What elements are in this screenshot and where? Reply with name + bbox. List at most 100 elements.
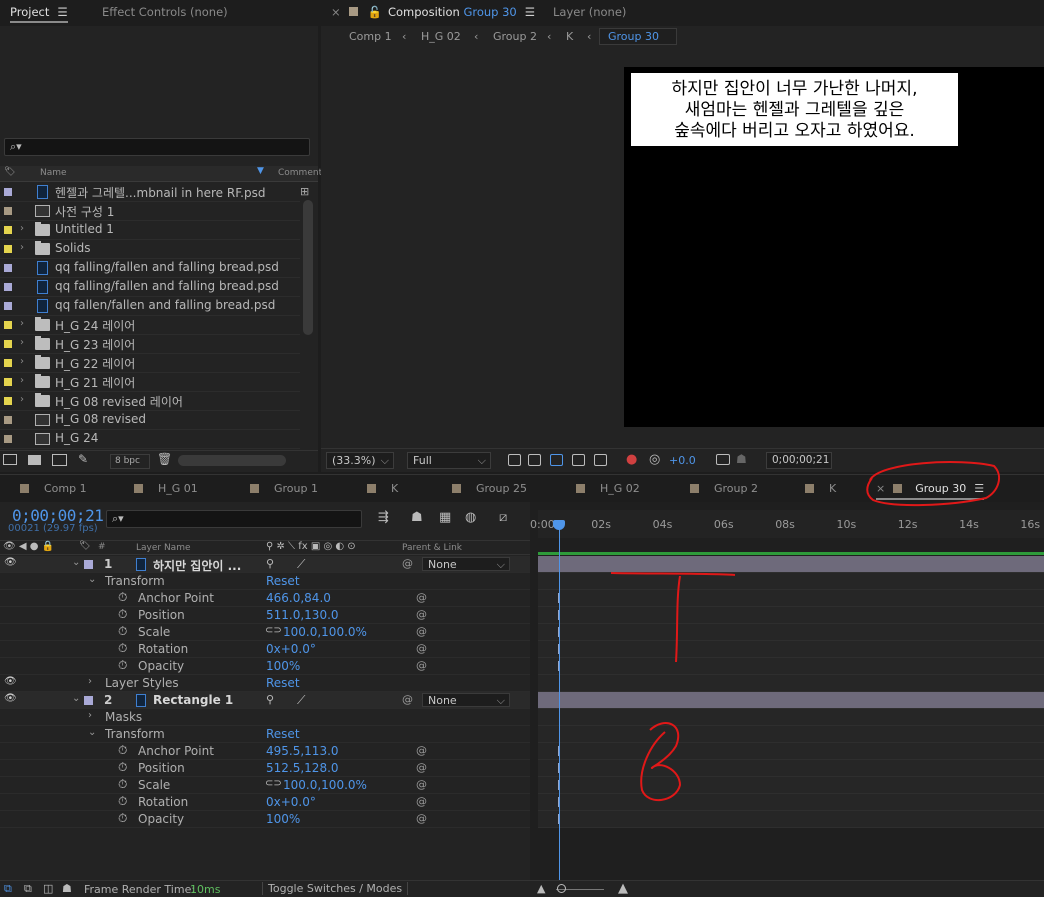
label-color-swatch[interactable] xyxy=(84,560,93,569)
pick-whip-icon[interactable]: @ xyxy=(402,693,413,706)
property-row[interactable]: ⏱ Position 511.0,130.0 @ xyxy=(0,607,530,624)
timeline-tab[interactable]: H_G 01 xyxy=(134,482,198,495)
chevron-down-icon[interactable]: ⌄ xyxy=(88,574,96,585)
stopwatch-icon[interactable]: ⏱ xyxy=(118,811,127,826)
track-row[interactable] xyxy=(538,760,1044,777)
stopwatch-icon[interactable]: ⏱ xyxy=(118,760,127,775)
property-row[interactable]: ⏱ Scale ⊂⊃ 100.0,100.0% @ xyxy=(0,624,530,641)
timeline-tab[interactable]: K xyxy=(805,482,836,495)
chevron-right-icon[interactable]: › xyxy=(88,710,92,721)
label-color-swatch[interactable] xyxy=(4,188,12,196)
grid-guides-icon[interactable] xyxy=(594,454,607,466)
composition-viewer[interactable]: 하지만 집안이 너무 가난한 나머지, 새엄마는 헨젤과 그레텔을 깊은 숲속에… xyxy=(624,67,1044,427)
label-color-swatch[interactable] xyxy=(4,283,12,291)
expression-pick-whip-icon[interactable]: @ xyxy=(416,795,427,808)
property-value[interactable]: 100% xyxy=(266,659,300,673)
tab-project[interactable]: Project ☰ xyxy=(10,5,68,23)
resolution-dropdown[interactable]: Full ⌵ xyxy=(407,452,491,469)
label-color-swatch[interactable] xyxy=(4,397,12,405)
column-layer-name[interactable]: Layer Name xyxy=(136,543,191,553)
new-composition-icon[interactable] xyxy=(52,454,67,466)
project-item[interactable]: qq falling/fallen and falling bread.psd xyxy=(0,278,300,297)
project-item[interactable]: H_G 24 xyxy=(0,430,300,449)
property-value[interactable]: 511.0,130.0 xyxy=(266,608,339,622)
motion-blur-icon[interactable]: ◍ xyxy=(465,510,476,525)
close-icon[interactable]: × xyxy=(876,482,885,495)
track-row[interactable] xyxy=(538,743,1044,760)
visibility-eye-icon[interactable]: 👁 xyxy=(4,557,17,568)
shy-switch-icon[interactable]: ⚲ xyxy=(266,693,274,706)
expression-pick-whip-icon[interactable]: @ xyxy=(416,608,427,621)
toggle-switches-modes-button[interactable]: Toggle Switches / Modes xyxy=(262,882,409,895)
track-row[interactable] xyxy=(538,709,1044,726)
expression-pick-whip-icon[interactable]: @ xyxy=(416,659,427,672)
property-row[interactable]: ⏱ Rotation 0x+0.0° @ xyxy=(0,641,530,658)
column-name[interactable]: Name xyxy=(40,168,67,178)
reset-link[interactable]: Reset xyxy=(266,574,300,588)
project-item[interactable]: 사전 구성 1 xyxy=(0,202,300,221)
label-color-swatch[interactable] xyxy=(4,378,12,386)
track-row[interactable] xyxy=(538,658,1044,675)
parent-dropdown[interactable]: None ⌵ xyxy=(422,693,510,707)
layer-row[interactable]: 👁 ⌄ 2 Rectangle 1 ⚲ ⟋ @ None ⌵ xyxy=(0,692,530,709)
property-row[interactable]: ⏱ Position 512.5,128.0 @ xyxy=(0,760,530,777)
property-row[interactable]: ⏱ Opacity 100% @ xyxy=(0,811,530,828)
shy-layers-icon[interactable]: ☗ xyxy=(411,510,423,525)
property-row[interactable]: ⏱ Anchor Point 495.5,113.0 @ xyxy=(0,743,530,760)
track-row[interactable] xyxy=(538,641,1044,658)
expression-pick-whip-icon[interactable]: @ xyxy=(416,591,427,604)
menu-icon[interactable]: ☰ xyxy=(525,5,535,19)
channels-icon[interactable]: ● xyxy=(626,452,637,467)
stopwatch-icon[interactable]: ⏱ xyxy=(118,590,127,605)
stopwatch-icon[interactable]: ⏱ xyxy=(118,777,127,792)
label-tag-icon[interactable]: 🏷 xyxy=(4,167,15,177)
track-row[interactable] xyxy=(538,777,1044,794)
zoom-out-icon[interactable]: ▲ xyxy=(537,882,545,895)
reset-link[interactable]: Reset xyxy=(266,727,300,741)
label-tag-icon[interactable]: 🏷 xyxy=(79,541,90,551)
property-value[interactable]: 100% xyxy=(266,812,300,826)
track-row[interactable] xyxy=(538,590,1044,607)
layer-name[interactable]: Rectangle 1 xyxy=(153,693,233,707)
zoom-dropdown[interactable]: (33.3%) ⌵ xyxy=(326,452,394,469)
property-value[interactable]: 0x+0.0° xyxy=(266,642,316,656)
stopwatch-icon[interactable]: ⏱ xyxy=(118,743,127,758)
bit-depth-button[interactable]: 8 bpc xyxy=(110,454,150,469)
breadcrumb-hg02[interactable]: H_G 02 xyxy=(421,30,461,43)
timeline-tab[interactable]: Group 1 xyxy=(250,482,318,495)
scrollbar-thumb[interactable] xyxy=(303,200,313,335)
chevron-right-icon[interactable]: › xyxy=(20,337,24,348)
label-color-swatch[interactable] xyxy=(84,696,93,705)
property-value[interactable]: 495.5,113.0 xyxy=(266,744,339,758)
parent-dropdown[interactable]: None ⌵ xyxy=(422,557,510,571)
label-color-swatch[interactable] xyxy=(4,207,12,215)
snapshot-icon[interactable] xyxy=(716,454,730,465)
quality-switch-icon[interactable]: ⟋ xyxy=(297,557,305,572)
chevron-right-icon[interactable]: › xyxy=(20,394,24,405)
breadcrumb-group30[interactable]: Group 30 xyxy=(599,28,677,45)
group-row[interactable]: ⌄ Transform Reset xyxy=(0,573,530,590)
property-row[interactable]: ⏱ Scale ⊂⊃ 100.0,100.0% @ xyxy=(0,777,530,794)
transfer-controls-icon[interactable]: ⧉ xyxy=(24,882,32,896)
work-area-bar[interactable] xyxy=(538,552,1044,555)
project-item[interactable]: › Untitled 1 xyxy=(0,221,300,240)
interpret-footage-icon[interactable] xyxy=(3,454,17,465)
link-icon[interactable]: ⊂⊃ xyxy=(265,625,282,636)
chevron-right-icon[interactable]: › xyxy=(20,375,24,386)
exposure-value[interactable]: +0.0 xyxy=(669,454,696,467)
menu-icon[interactable]: ☰ xyxy=(57,5,67,19)
track-row[interactable] xyxy=(538,624,1044,641)
quality-switch-icon[interactable]: ⟋ xyxy=(297,693,305,708)
property-row[interactable]: ⏱ Opacity 100% @ xyxy=(0,658,530,675)
trash-icon[interactable]: 🗑 xyxy=(157,452,172,466)
project-item[interactable]: › H_G 23 레이어 xyxy=(0,335,300,354)
layer-duration-bar[interactable] xyxy=(538,692,1044,709)
fast-preview-icon[interactable] xyxy=(508,454,521,466)
layer-name[interactable]: 하지만 집안이 ... xyxy=(153,557,241,574)
column-parent-link[interactable]: Parent & Link xyxy=(402,543,462,553)
lock-icon[interactable]: 🔓 xyxy=(368,5,382,19)
stopwatch-icon[interactable]: ⏱ xyxy=(118,641,127,656)
pick-whip-icon[interactable]: @ xyxy=(402,557,413,570)
property-row[interactable]: ⏱ Rotation 0x+0.0° @ xyxy=(0,794,530,811)
menu-icon[interactable]: ☰ xyxy=(974,482,984,495)
